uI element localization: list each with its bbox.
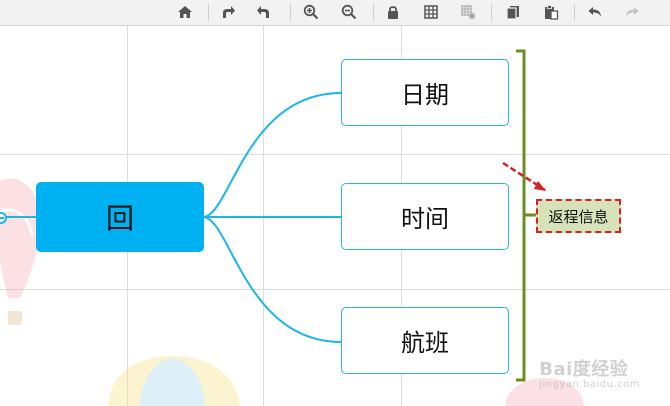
home-icon[interactable]: [175, 2, 195, 22]
summary-bracket[interactable]: [516, 49, 526, 382]
branch-line-flight: [202, 216, 342, 343]
lock-icon[interactable]: [383, 2, 403, 22]
summary-topic[interactable]: 返程信息: [536, 199, 621, 233]
zoom-in-icon[interactable]: [301, 2, 321, 22]
undo-icon[interactable]: [585, 2, 605, 22]
grid-icon[interactable]: [421, 2, 441, 22]
topic-time-label: 时间: [401, 205, 449, 233]
topic-flight-label: 航班: [401, 329, 449, 357]
baidu-watermark: Bai度经验 jingyan.baidu.com: [539, 355, 640, 390]
topic-date[interactable]: 日期: [341, 59, 509, 126]
paste-icon[interactable]: [541, 2, 561, 22]
toolbar-separator: [491, 4, 492, 21]
toolbar-separator: [574, 4, 575, 21]
watermark-text: Bai度经验: [539, 359, 629, 380]
topic-time[interactable]: 时间: [341, 183, 509, 250]
summary-topic-label: 返程信息: [548, 207, 609, 226]
toolbar-separator: [290, 4, 291, 21]
undo-layout-icon[interactable]: [254, 2, 274, 22]
root-topic-label: 回: [105, 202, 134, 235]
relationship-arrow-icon: [534, 181, 546, 191]
branch-line-date: [202, 92, 342, 218]
toolbar-separator: [373, 4, 374, 21]
watermark-subtext: jingyan.baidu.com: [539, 379, 640, 390]
root-topic[interactable]: 回: [36, 182, 204, 252]
redo-layout-icon[interactable]: [218, 2, 238, 22]
copy-icon[interactable]: [503, 2, 523, 22]
mindmap-canvas[interactable]: 回 日期 时间 航班 返程信息 Bai度经验 jingyan.baidu.com: [0, 26, 670, 406]
toolbar-separator: [208, 4, 209, 21]
redo-icon[interactable]: [622, 2, 642, 22]
topic-flight[interactable]: 航班: [341, 307, 509, 374]
topic-date-label: 日期: [401, 81, 449, 109]
zoom-out-icon[interactable]: [339, 2, 359, 22]
toolbar: [0, 0, 670, 26]
grid-settings-icon[interactable]: [458, 2, 478, 22]
